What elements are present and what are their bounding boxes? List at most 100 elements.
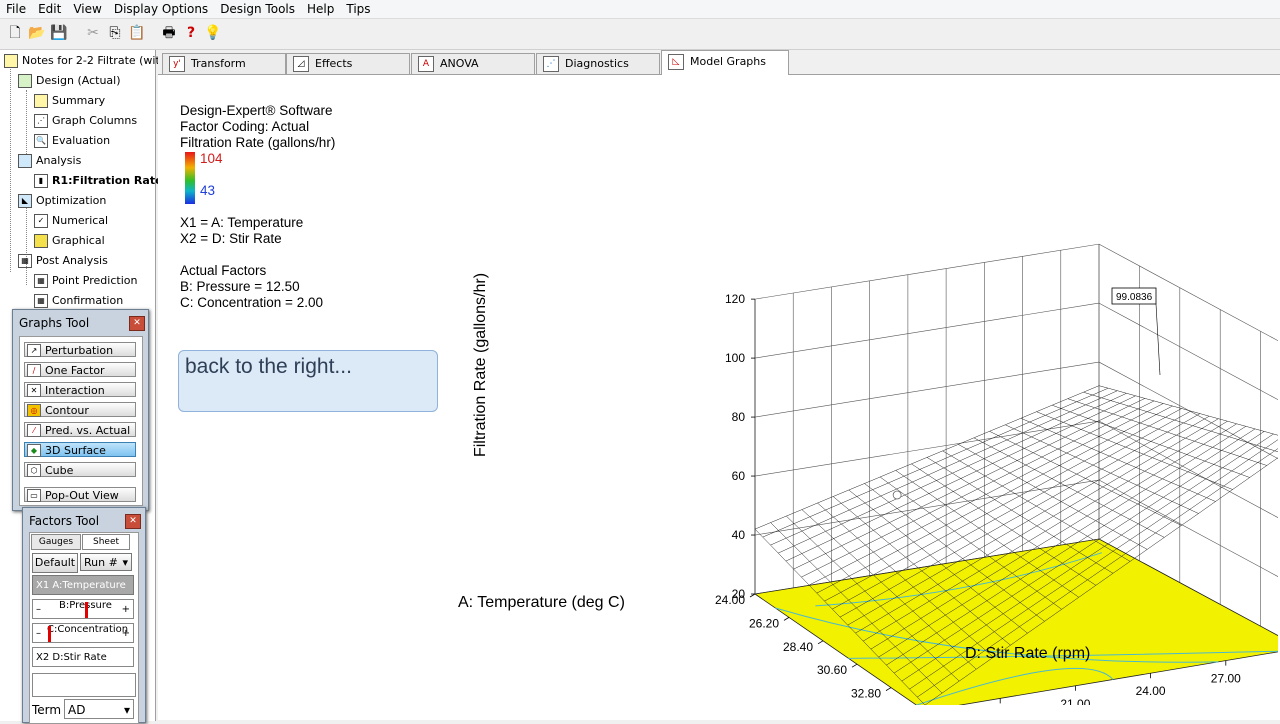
tree-item-confirmation[interactable]: ▦ Confirmation — [34, 292, 123, 310]
tree-item-optimization[interactable]: ◣ Optimization — [18, 192, 106, 210]
summary-icon — [34, 94, 48, 108]
z-tick-label: 60 — [732, 469, 746, 483]
tree-item-analysis[interactable]: Analysis — [18, 152, 81, 170]
response-name: Filtration Rate (gallons/hr) — [180, 135, 336, 150]
perturbation-button[interactable]: ↗ Perturbation — [24, 342, 136, 357]
magnifier-icon: 🔍 — [34, 134, 48, 148]
design-point — [892, 490, 902, 500]
color-legend-bar — [185, 152, 195, 204]
interaction-button[interactable]: ✕ Interaction — [24, 382, 136, 397]
cube-button[interactable]: ⬡ Cube — [24, 462, 136, 477]
menu-design-tools[interactable]: Design Tools — [214, 0, 301, 17]
y-axis-label: D: Stir Rate (rpm) — [965, 645, 1090, 662]
term-display — [32, 673, 136, 697]
graphs-tool-title: Graphs Tool — [19, 316, 90, 330]
tree-item-graphical[interactable]: Graphical — [34, 232, 105, 250]
run-select[interactable]: Run # ▾ — [80, 553, 132, 571]
pressure-slider-handle[interactable] — [85, 602, 88, 618]
tab-anova[interactable]: A ANOVA — [411, 53, 535, 74]
tab-diagnostics[interactable]: ⋰ Diagnostics — [536, 53, 660, 74]
open-folder-icon[interactable]: 📂 — [28, 24, 46, 42]
new-file-icon[interactable]: 🗋 — [6, 24, 24, 42]
concentration-setting: C: Concentration = 2.00 — [180, 295, 323, 310]
one-factor-button[interactable]: ∕ One Factor — [24, 362, 136, 377]
floor-plane — [753, 538, 1278, 705]
graphical-icon — [34, 234, 48, 248]
surface-plot[interactable]: 1201008060402024.0026.2028.4030.6032.803… — [448, 185, 1278, 705]
tree-item-r1[interactable]: ▮ R1:Filtration Rate ( — [34, 172, 171, 190]
menu-tips[interactable]: Tips — [340, 0, 376, 17]
save-icon[interactable]: 💾 — [50, 24, 68, 42]
pred-vs-actual-icon: ⁄ — [27, 424, 41, 437]
y-tick-label: 24.00 — [1136, 684, 1166, 698]
menu-bar: File Edit View Display Options Design Tools H… — [0, 0, 1280, 19]
gauges-tab[interactable]: Gauges — [31, 534, 81, 550]
cut-icon[interactable]: ✂ — [84, 24, 102, 42]
gridline — [754, 420, 1100, 477]
anova-icon: A — [418, 56, 434, 72]
x-tick-label: 30.60 — [817, 663, 847, 677]
gridline — [754, 243, 1100, 300]
gridline — [1098, 361, 1278, 460]
tip-bulb-icon[interactable]: 💡 — [204, 24, 222, 42]
optimization-icon: ◣ — [18, 194, 32, 208]
close-icon[interactable]: ✕ — [125, 514, 141, 529]
help-icon[interactable]: ? — [182, 24, 200, 42]
default-button[interactable]: Default — [32, 553, 78, 573]
term-select[interactable]: AD ▾ — [64, 699, 134, 719]
pressure-slider[interactable]: – B:Pressure + — [32, 599, 134, 619]
gridline — [1098, 420, 1278, 518]
tab-transform[interactable]: y' Transform — [162, 53, 286, 74]
tab-effects[interactable]: ◿ Effects — [286, 53, 410, 74]
sheet-tab[interactable]: Sheet — [82, 534, 130, 550]
paste-icon[interactable]: 📋 — [128, 24, 146, 42]
tree-item-post-analysis[interactable]: ▦ Post Analysis — [18, 252, 108, 270]
factors-tool-title: Factors Tool — [29, 514, 100, 528]
tree-item-evaluation[interactable]: 🔍 Evaluation — [34, 132, 110, 150]
response-icon: ▮ — [34, 174, 48, 188]
tree-item-numerical[interactable]: ✓ Numerical — [34, 212, 108, 230]
menu-edit[interactable]: Edit — [32, 0, 67, 17]
prediction-icon: ▦ — [34, 274, 48, 288]
gridline — [754, 302, 1100, 359]
graphs-tool-window: Graphs Tool ✕ ↗ Perturbation ∕ One Factor … — [12, 309, 149, 511]
x-tick-mark — [885, 687, 892, 691]
callout-text: back to the right... — [185, 355, 352, 378]
factors-tool-window: Factors Tool ✕ Gauges Sheet Default Run … — [22, 507, 146, 724]
gridline — [754, 361, 1100, 418]
menu-file[interactable]: File — [0, 0, 32, 17]
tree-item-point-prediction[interactable]: ▦ Point Prediction — [34, 272, 137, 290]
concentration-slider-handle[interactable] — [48, 626, 51, 642]
surface-meshline — [1083, 391, 1278, 453]
tree-item-notes[interactable]: Notes for 2-2 Filtrate (with — [4, 52, 167, 70]
term-label: Term — [32, 703, 62, 717]
tree-item-graph-columns[interactable]: ⋰ Graph Columns — [34, 112, 137, 130]
tree-item-design[interactable]: Design (Actual) — [18, 72, 121, 90]
pop-out-view-button[interactable]: ▭ Pop-Out View — [24, 487, 136, 502]
tab-model-graphs[interactable]: ◺ Model Graphs — [661, 50, 789, 75]
x-tick-mark — [817, 640, 824, 645]
perturbation-icon: ↗ — [27, 344, 41, 357]
cube-icon: ⬡ — [27, 464, 41, 477]
surface-meshline — [1036, 411, 1233, 490]
3d-surface-button[interactable]: ◆ 3D Surface — [24, 442, 136, 457]
menu-view[interactable]: View — [67, 0, 107, 17]
copy-icon[interactable]: ⎘ — [106, 24, 124, 42]
x1-temperature-row[interactable]: X1 A:Temperature — [32, 575, 134, 595]
menu-display-options[interactable]: Display Options — [108, 0, 214, 17]
z-tick-label: 80 — [732, 410, 746, 424]
pred-vs-actual-button[interactable]: ⁄ Pred. vs. Actual — [24, 422, 136, 437]
chevron-down-icon: ▾ — [123, 703, 130, 717]
x2-stir-rate-row[interactable]: X2 D:Stir Rate — [32, 647, 134, 667]
x1-factor: X1 = A: Temperature — [180, 215, 304, 230]
contour-button[interactable]: ◎ Contour — [24, 402, 136, 417]
concentration-slider[interactable]: – C:Concentration + — [32, 623, 134, 643]
close-icon[interactable]: ✕ — [129, 316, 145, 331]
print-icon[interactable]: 🖶 — [160, 24, 178, 42]
tree-item-summary[interactable]: Summary — [34, 92, 105, 110]
menu-help[interactable]: Help — [301, 0, 340, 17]
x-axis-label: A: Temperature (deg C) — [458, 594, 625, 611]
factors-tool-body: Gauges Sheet Default Run # ▾ X1 A:Tempera… — [29, 532, 139, 724]
transform-icon: y' — [169, 56, 185, 72]
confirmation-icon: ▦ — [34, 294, 48, 308]
